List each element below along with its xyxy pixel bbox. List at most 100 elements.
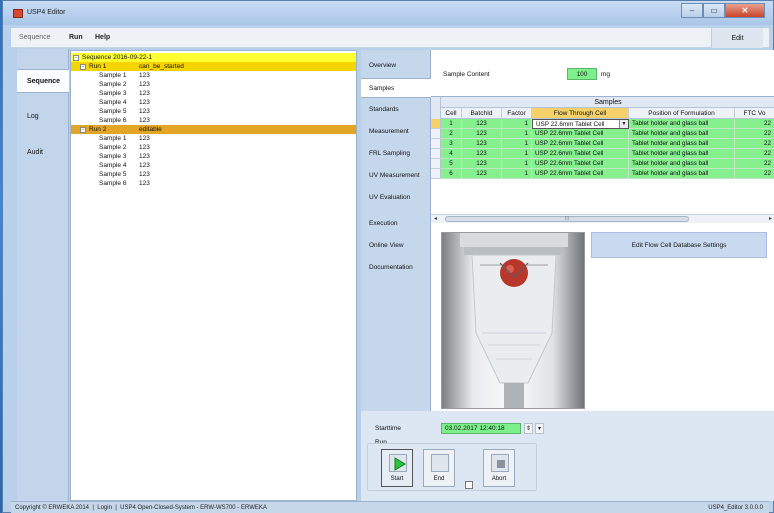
table-cell[interactable]: Tablet holder and glass ball [629, 149, 735, 159]
nav-uv-measurement[interactable]: UV Measurement [361, 166, 431, 186]
end-button[interactable]: End [423, 449, 455, 487]
horizontal-scrollbar[interactable]: ◂ ⁞⁞⁞ ▸ [431, 214, 774, 223]
tree-sample[interactable]: Sample 2 123 [71, 143, 356, 152]
table-cell[interactable]: 2 [441, 129, 462, 139]
nav-audit[interactable]: Audit [17, 141, 69, 165]
tree-sample[interactable]: Sample 1 123 [71, 71, 356, 80]
tree-sample[interactable]: Sample 5 123 [71, 170, 356, 179]
row-header[interactable] [431, 129, 441, 139]
scroll-thumb[interactable]: ⁞⁞⁞ [445, 216, 689, 222]
tree-sample[interactable]: Sample 6 123 [71, 116, 356, 125]
table-cell[interactable]: 1 [502, 119, 532, 129]
row-header[interactable] [431, 149, 441, 159]
time-spinner-icon[interactable]: ⇕ [524, 423, 533, 434]
start-button[interactable]: Start [381, 449, 413, 487]
tree-sample[interactable]: Sample 1 123 [71, 134, 356, 143]
table-cell[interactable]: 1 [502, 129, 532, 139]
close-icon[interactable]: ✕ [725, 3, 765, 18]
column-header[interactable]: Position of Formulation [629, 108, 735, 119]
nav-frl-sampling[interactable]: FRL Sampling [361, 144, 431, 164]
table-cell[interactable]: Tablet holder and glass ball [629, 169, 735, 179]
table-cell[interactable]: 22 [735, 159, 774, 169]
table-cell[interactable]: 123 [462, 169, 502, 179]
table-cell[interactable]: USP 22.6mm Tablet Cell [532, 129, 629, 139]
tree-sample[interactable]: Sample 6 123 [71, 179, 356, 188]
menu-help[interactable]: Help [95, 34, 110, 41]
scroll-left-icon[interactable]: ◂ [434, 215, 437, 223]
table-cell[interactable]: Tablet holder and glass ball [629, 139, 735, 149]
tree-sample[interactable]: Sample 4 123 [71, 161, 356, 170]
tree-sample[interactable]: Sample 2 123 [71, 80, 356, 89]
nav-measurement[interactable]: Measurement [361, 122, 431, 142]
collapse-icon[interactable]: − [80, 63, 86, 70]
table-cell[interactable]: USP 22.6mm Tablet Cell ▼ [532, 119, 629, 129]
column-header[interactable]: Cell [441, 108, 462, 119]
table-cell[interactable]: USP 22.6mm Tablet Cell [532, 149, 629, 159]
column-header[interactable]: FTC Vo [735, 108, 774, 119]
minimize-icon[interactable]: – [681, 3, 703, 18]
table-cell[interactable]: Tablet holder and glass ball [629, 129, 735, 139]
collapse-icon[interactable]: − [80, 126, 86, 133]
table-cell[interactable]: 3 [441, 139, 462, 149]
tree-run[interactable]: − Run 2 editable [71, 125, 356, 134]
nav-execution[interactable]: Execution [361, 214, 431, 234]
dropdown-arrow-icon[interactable]: ▼ [619, 120, 628, 128]
menu-sequence[interactable]: Sequence [19, 34, 51, 41]
nav-uv-evaluation[interactable]: UV Evaluation [361, 188, 431, 208]
nav-log[interactable]: Log [17, 105, 69, 129]
table-cell[interactable]: USP 22.6mm Tablet Cell [532, 169, 629, 179]
tree-sample[interactable]: Sample 3 123 [71, 89, 356, 98]
table-cell[interactable]: Tablet holder and glass ball [629, 119, 735, 129]
abort-button[interactable]: Abort [483, 449, 515, 487]
table-cell[interactable]: 123 [462, 129, 502, 139]
table-cell[interactable]: 22 [735, 149, 774, 159]
table-cell[interactable]: 123 [462, 149, 502, 159]
nav-samples[interactable]: Samples [361, 78, 431, 98]
table-cell[interactable]: 4 [441, 149, 462, 159]
nav-online-view[interactable]: Online View [361, 236, 431, 256]
row-header[interactable] [431, 139, 441, 149]
edit-button[interactable]: Edit [711, 28, 763, 48]
table-cell[interactable]: 22 [735, 139, 774, 149]
run-checkbox[interactable] [465, 481, 473, 489]
row-header[interactable] [431, 159, 441, 169]
table-cell[interactable]: 123 [462, 139, 502, 149]
table-cell[interactable]: Tablet holder and glass ball [629, 159, 735, 169]
table-cell[interactable]: 1 [502, 169, 532, 179]
starttime-input[interactable]: 03.02.2017 12:40:18 [441, 423, 521, 434]
edit-flow-cell-settings-button[interactable]: Edit Flow Cell Database Settings [591, 232, 767, 258]
scroll-right-icon[interactable]: ▸ [769, 215, 772, 223]
table-cell[interactable]: 1 [502, 159, 532, 169]
column-header[interactable]: BatchId [462, 108, 502, 119]
sample-content-input[interactable]: 100 [567, 68, 597, 80]
tree-sample[interactable]: Sample 4 123 [71, 98, 356, 107]
table-cell[interactable]: 22 [735, 169, 774, 179]
table-cell[interactable]: USP 22.6mm Tablet Cell [532, 139, 629, 149]
tree-run[interactable]: − Run 1 can_be_started [71, 62, 356, 71]
row-header[interactable] [431, 169, 441, 179]
collapse-icon[interactable]: − [73, 54, 79, 61]
row-header[interactable] [431, 119, 441, 129]
tree-sequence[interactable]: − Sequence 2016-09-22-1 [71, 53, 356, 62]
column-header[interactable]: Flow Through Cell [532, 108, 629, 119]
nav-overview[interactable]: Overview [361, 56, 431, 76]
table-cell[interactable]: 123 [462, 159, 502, 169]
nav-documentation[interactable]: Documentation [361, 258, 431, 278]
table-cell[interactable]: 6 [441, 169, 462, 179]
table-cell[interactable]: 1 [502, 139, 532, 149]
table-cell[interactable]: 22 [735, 119, 774, 129]
date-dropdown-icon[interactable]: ▾ [535, 423, 544, 434]
table-cell[interactable]: 1 [502, 149, 532, 159]
table-cell[interactable]: 5 [441, 159, 462, 169]
table-cell[interactable]: USP 22.6mm Tablet Cell [532, 159, 629, 169]
column-header[interactable]: Factor [502, 108, 532, 119]
menu-run[interactable]: Run [69, 34, 83, 41]
nav-standards[interactable]: Standards [361, 100, 431, 120]
tree-sample[interactable]: Sample 3 123 [71, 152, 356, 161]
table-cell[interactable]: 123 [462, 119, 502, 129]
nav-sequence[interactable]: Sequence [17, 69, 69, 93]
table-cell[interactable]: 1 [441, 119, 462, 129]
table-cell[interactable]: 22 [735, 129, 774, 139]
tree-sample[interactable]: Sample 5 123 [71, 107, 356, 116]
maximize-icon[interactable]: ▭ [703, 3, 725, 18]
